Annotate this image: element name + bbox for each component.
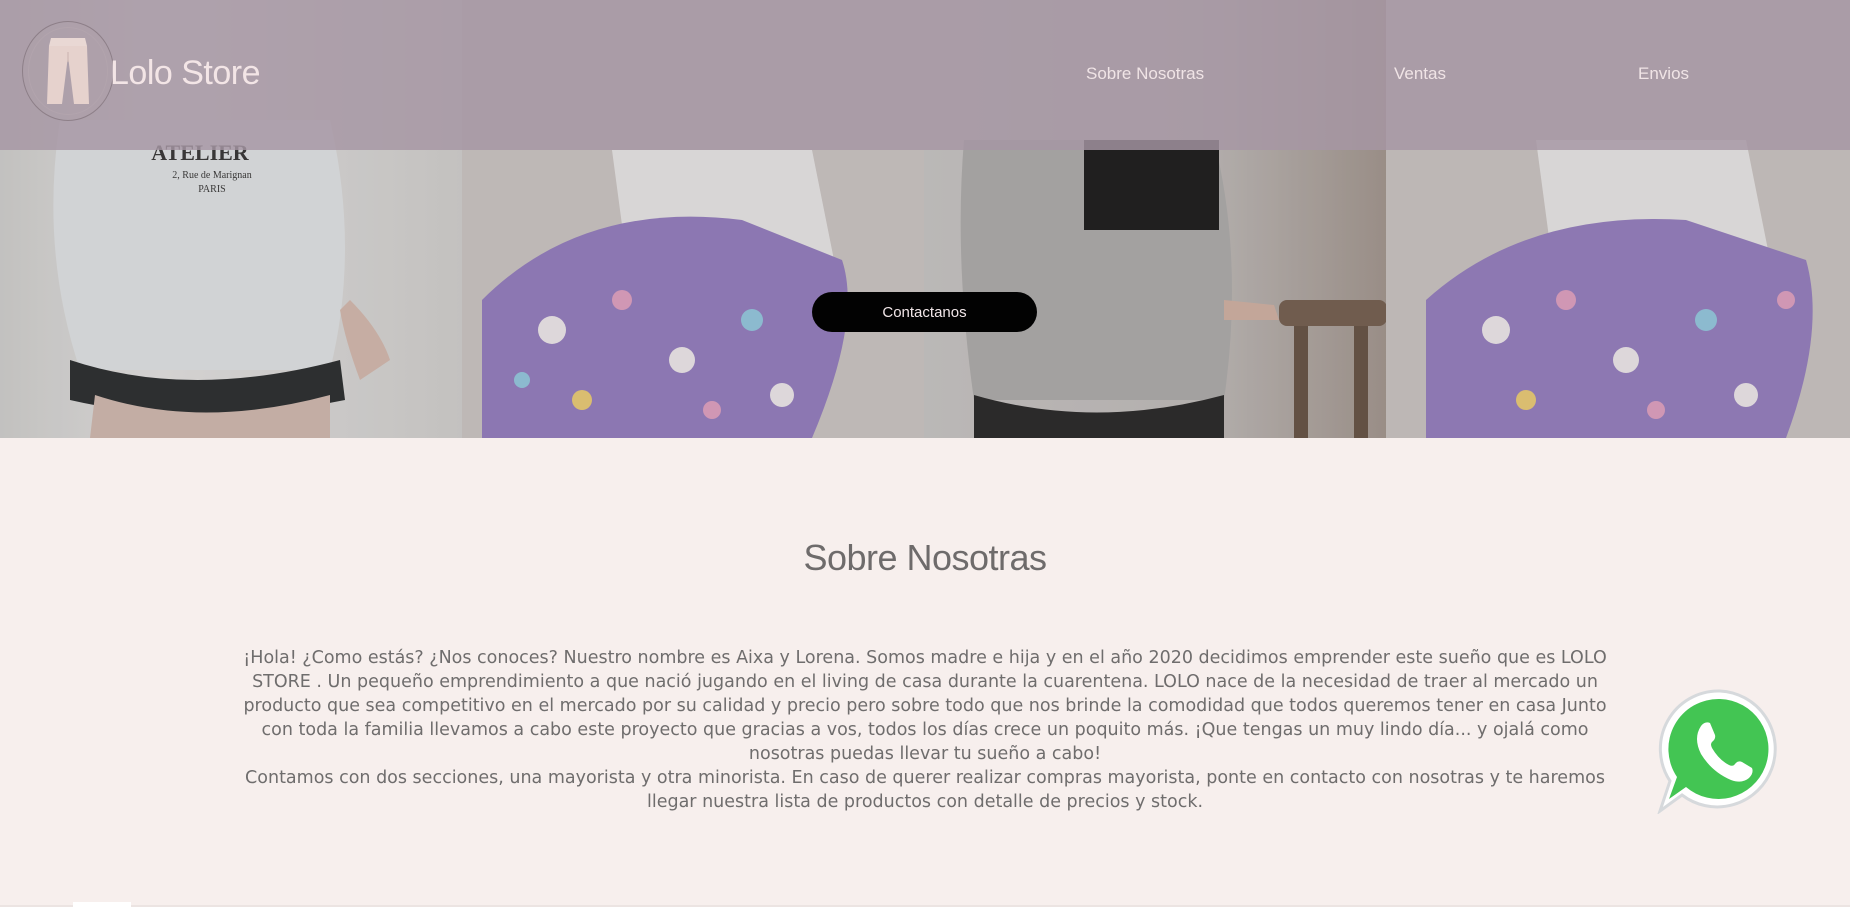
whatsapp-icon[interactable] bbox=[1657, 688, 1783, 815]
nav-sobre-nosotras[interactable]: Sobre Nosotras bbox=[1086, 64, 1204, 84]
pants-logo-icon[interactable] bbox=[22, 21, 114, 121]
brand-name[interactable]: Lolo Store bbox=[110, 54, 261, 93]
nav-ventas[interactable]: Ventas bbox=[1394, 64, 1446, 84]
contact-button[interactable]: Contactanos bbox=[812, 292, 1037, 332]
nav-envios[interactable]: Envios bbox=[1638, 64, 1689, 84]
about-paragraph-2: Contamos con dos secciones, una mayorist… bbox=[245, 768, 1605, 812]
footer-tab bbox=[73, 902, 131, 907]
about-title: Sobre Nosotras bbox=[803, 537, 1047, 578]
about-paragraph-1: ¡Hola! ¿Como estás? ¿Nos conoces? Nuestr… bbox=[243, 648, 1607, 764]
about-text: ¡Hola! ¿Como estás? ¿Nos conoces? Nuestr… bbox=[230, 646, 1620, 814]
site-header: Lolo Store Sobre Nosotras Ventas Envios bbox=[0, 0, 1850, 150]
